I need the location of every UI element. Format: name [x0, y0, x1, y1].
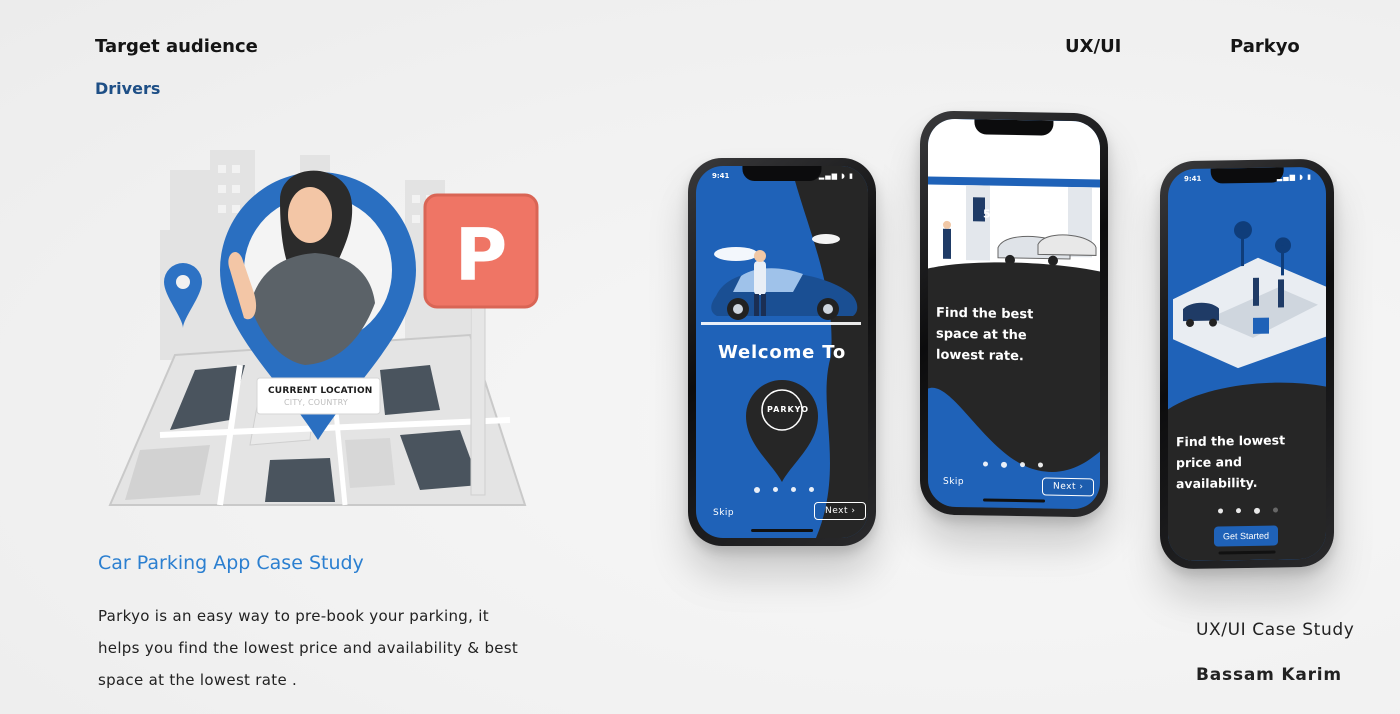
driver-illustration: P CURRENT LOCATION CITY, COUNTRY [100, 140, 550, 520]
phone-best-space-screen: 9:41 ▂▄▆ ◗ ▮ 5 Find the best space at th… [928, 118, 1100, 510]
best-space-heading: Find the best space at the lowest rate. [936, 305, 1034, 365]
pager-dot[interactable] [1020, 462, 1025, 468]
phone-welcome: 9:41 ▂▄▆ ◗ ▮ Welcome To PARKYO Skip Next… [688, 158, 876, 546]
phone-notch [974, 119, 1054, 136]
pager-dots [754, 487, 814, 493]
pager-dot[interactable] [983, 461, 988, 467]
pager-dots [983, 461, 1043, 468]
pager-dot[interactable] [1218, 508, 1223, 514]
parkyo-logo: PARKYO [767, 405, 809, 414]
case-study-description: Parkyo is an easy way to pre-book your p… [98, 607, 519, 689]
status-icons: ▂▄▆ ◗ ▮ [818, 172, 854, 180]
phone-get-started: 9:41 ▂▄▆ ◗ ▮ Find the lowest price and a… [1160, 158, 1334, 570]
pager-dots [1218, 507, 1278, 514]
illustration-graphic: P [108, 150, 539, 506]
skip-button[interactable]: Skip [943, 477, 964, 487]
city-country-label: CITY, COUNTRY [284, 398, 348, 407]
phone-welcome-screen: 9:41 ▂▄▆ ◗ ▮ Welcome To PARKYO Skip Next… [696, 166, 868, 538]
pager-dot[interactable] [754, 487, 760, 493]
current-location-label: CURRENT LOCATION [268, 386, 373, 396]
home-indicator [751, 529, 813, 532]
drivers-label: Drivers [95, 79, 161, 98]
phone-notch [742, 166, 822, 181]
pager-dot[interactable] [791, 487, 796, 492]
parking-spot-number: 5 [983, 207, 991, 221]
next-button[interactable]: Next › [814, 502, 867, 520]
status-time: 9:41 [1184, 174, 1202, 184]
phone-best-space: 9:41 ▂▄▆ ◗ ▮ 5 Find the best space at th… [920, 110, 1108, 518]
get-started-background [1168, 221, 1326, 562]
status-time: 9:41 [944, 124, 962, 134]
pager-dot[interactable] [773, 487, 778, 492]
pager-dot[interactable] [1001, 461, 1007, 468]
pager-dot[interactable] [1254, 507, 1260, 514]
pager-dot[interactable] [809, 487, 814, 492]
status-time: 9:41 [712, 172, 730, 180]
case-study-title: Car Parking App Case Study [98, 552, 364, 574]
skip-button[interactable]: Skip [713, 508, 734, 518]
target-audience-label: Target audience [95, 36, 258, 57]
status-icons: ▂▄▆ ◗ ▮ [1276, 172, 1312, 182]
brand-label: Parkyo [1230, 36, 1300, 57]
phone-get-started-screen: 9:41 ▂▄▆ ◗ ▮ Find the lowest price and a… [1168, 166, 1326, 562]
ux-ui-label: UX/UI [1065, 36, 1122, 57]
status-icons: ▂▄▆ ◗ ▮ [1050, 126, 1086, 136]
welcome-heading: Welcome To [717, 342, 847, 363]
svg-text:P: P [455, 213, 508, 297]
next-button[interactable]: Next › [1042, 477, 1095, 497]
phone-notch [1210, 167, 1284, 184]
lowest-price-heading: Find the lowest price and availability. [1176, 432, 1286, 492]
footer-case-study: UX/UI Case Study [1196, 620, 1355, 640]
pager-dot[interactable] [1038, 462, 1043, 468]
pager-dot[interactable] [1273, 507, 1278, 513]
footer-author: Bassam Karim [1196, 665, 1342, 685]
pager-dot[interactable] [1236, 508, 1241, 514]
get-started-button[interactable]: Get Started [1214, 525, 1279, 547]
